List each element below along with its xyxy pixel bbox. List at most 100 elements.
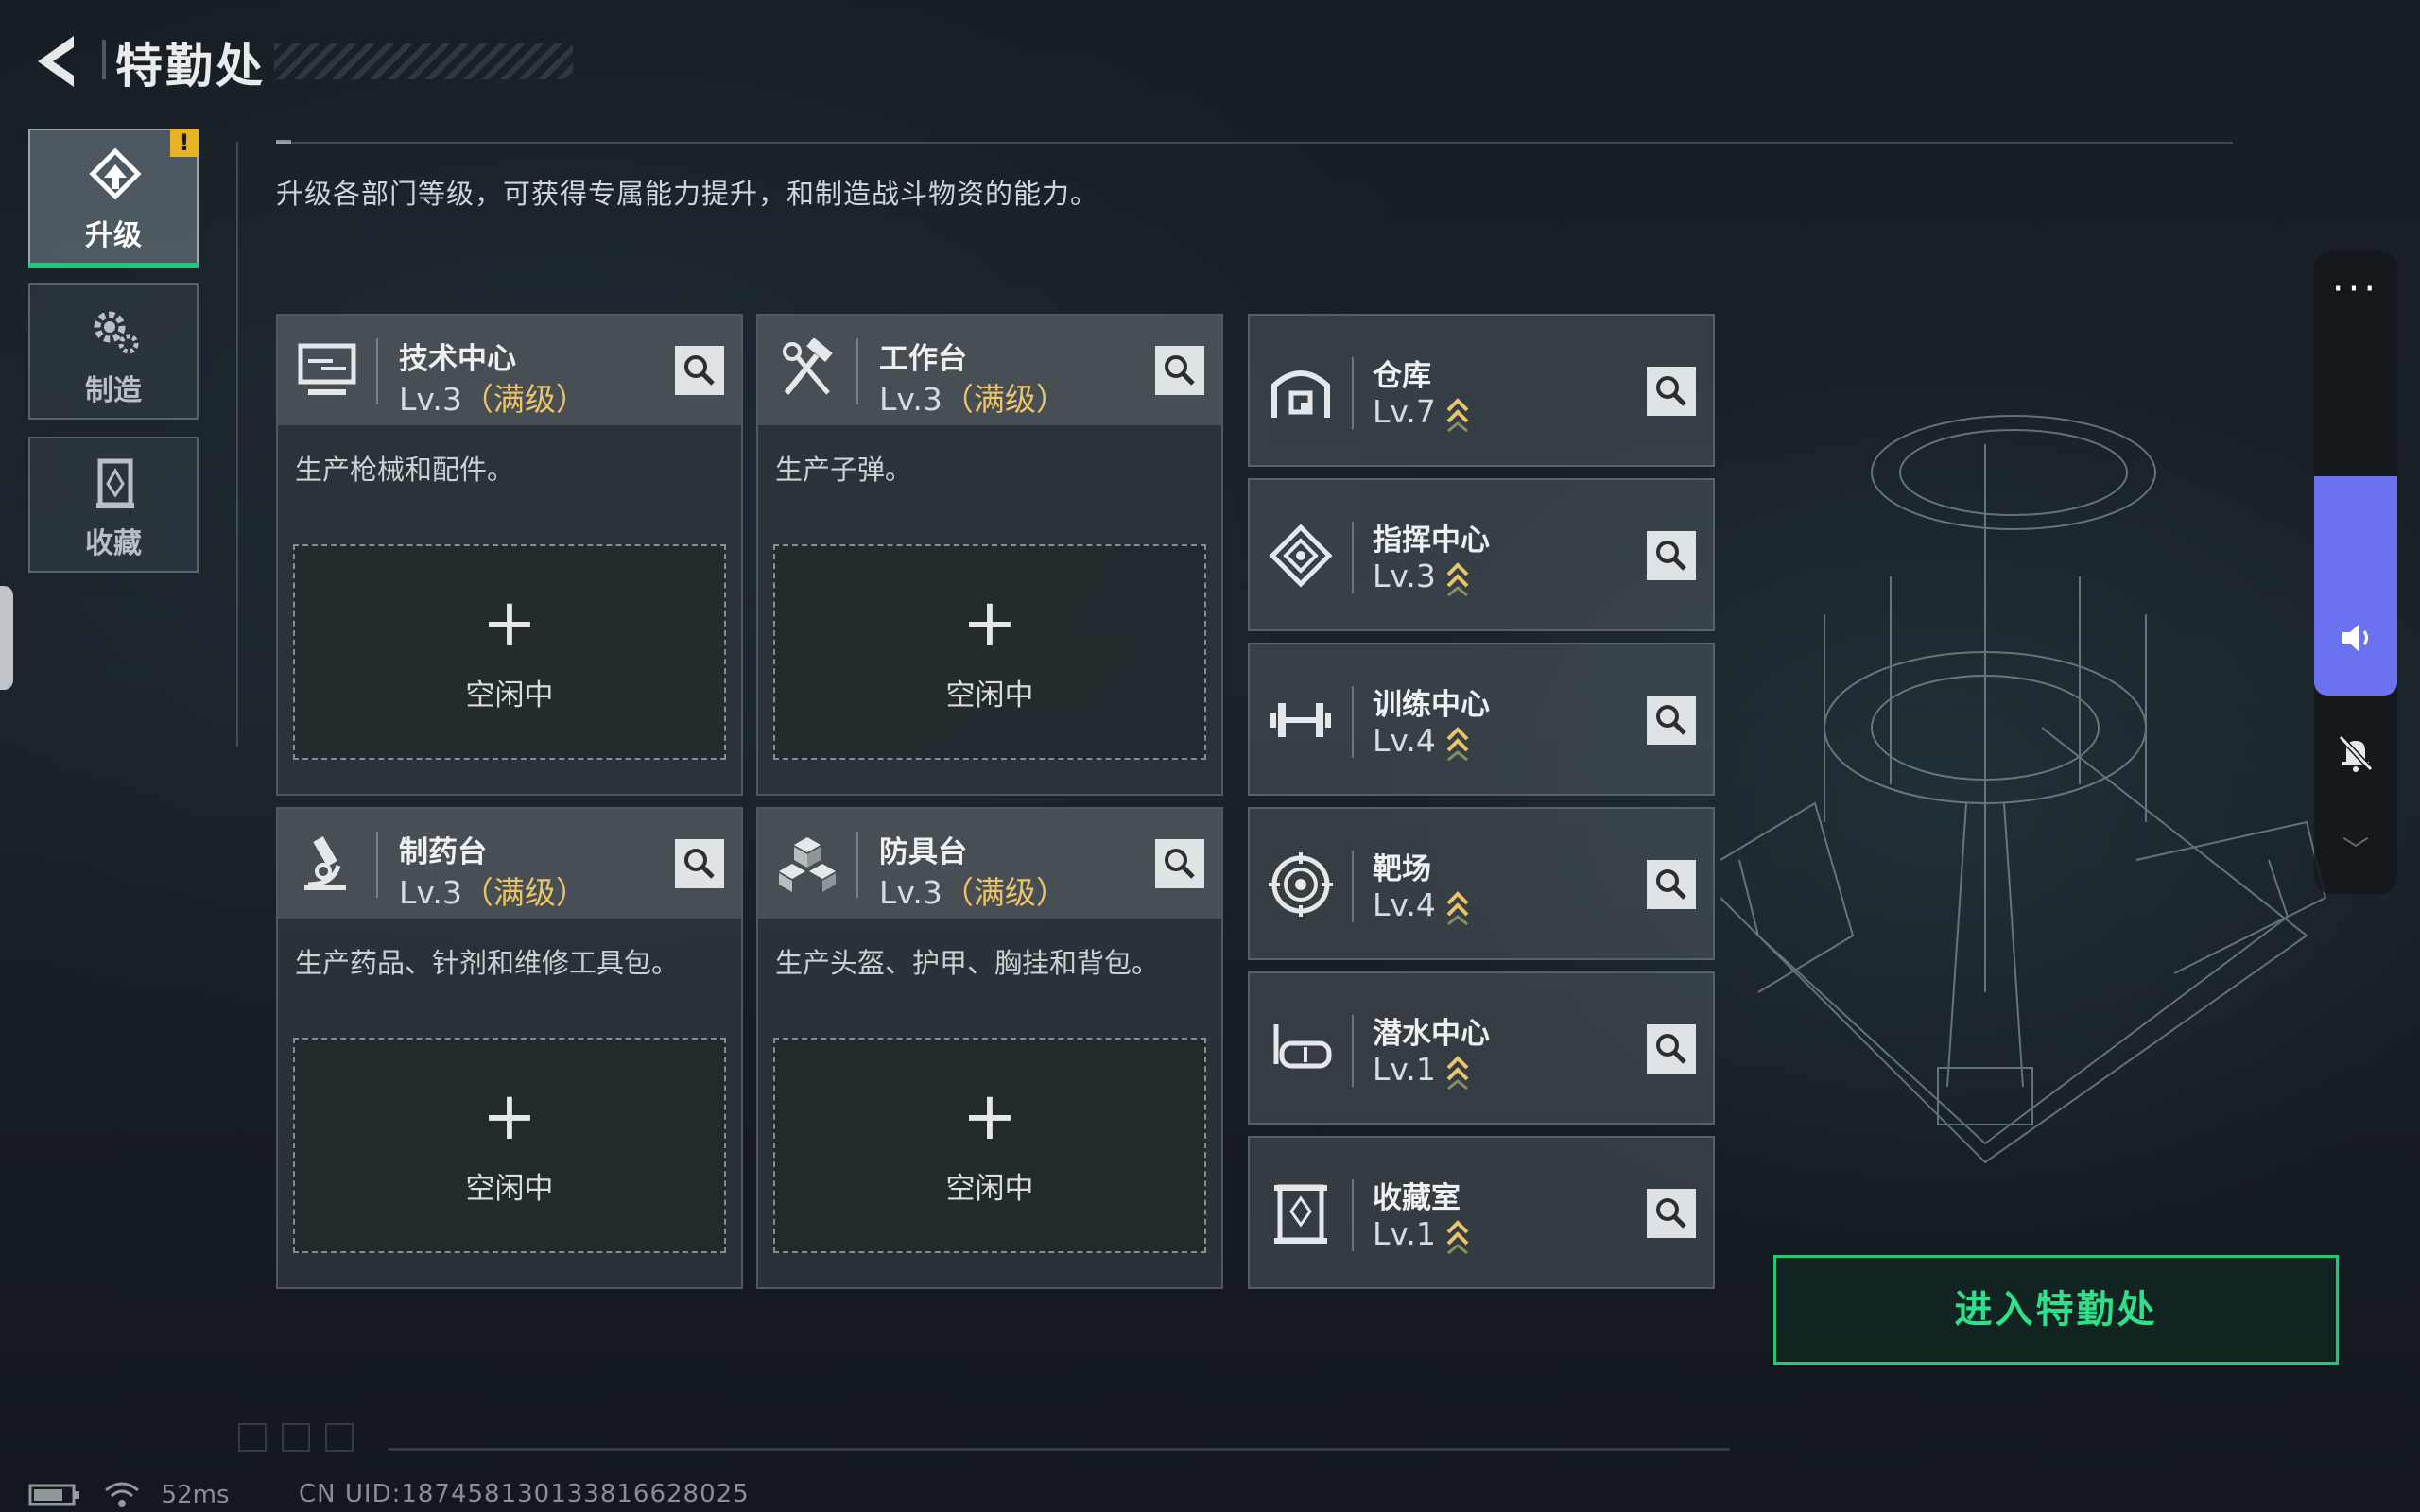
- trophy-icon: [96, 458, 134, 508]
- warehouse-icon: [1271, 370, 1330, 418]
- department-card-pharmacy[interactable]: 制药台 Lv.3（满级） 生产药品、针剂和维修工具包。 + 空闲中: [276, 807, 743, 1289]
- deco-square: [325, 1423, 354, 1452]
- volume-slider[interactable]: [2314, 476, 2397, 696]
- production-slot[interactable]: + 空闲中: [293, 1038, 726, 1253]
- nav-label-upgrade: 升级: [85, 219, 142, 252]
- slot-status: 空闲中: [945, 679, 1034, 713]
- inspect-button[interactable]: [1647, 531, 1696, 580]
- department-name: 防具台: [879, 835, 967, 869]
- divider-horizontal: [276, 142, 2233, 144]
- max-level-label: （满级）: [461, 874, 587, 911]
- max-level-label: （满级）: [942, 874, 1067, 911]
- search-icon: [1656, 1198, 1686, 1228]
- department-card-command-center[interactable]: 指挥中心 Lv.3: [1248, 478, 1715, 631]
- search-icon: [1656, 705, 1686, 735]
- hammer-wrench-icon: [783, 338, 833, 395]
- add-icon: +: [961, 1077, 1018, 1155]
- more-options-icon[interactable]: ···: [2314, 270, 2397, 308]
- volume-icon[interactable]: [2339, 620, 2375, 656]
- department-card-warehouse[interactable]: 仓库 Lv.7: [1248, 314, 1715, 467]
- max-level-label: （满级）: [942, 381, 1067, 418]
- department-name: 制药台: [399, 835, 487, 869]
- add-icon: +: [961, 584, 1018, 662]
- department-level: Lv.1: [1373, 1051, 1470, 1091]
- card-separator: [1352, 686, 1354, 758]
- card-separator: [856, 832, 858, 898]
- back-arrow-icon[interactable]: [26, 30, 83, 93]
- upgrade-available-icon: [1446, 397, 1469, 432]
- upgrade-available-icon: [1446, 726, 1469, 761]
- nav-tab-collection[interactable]: 收藏: [28, 437, 199, 573]
- title-separator: [102, 40, 106, 79]
- bottom-divider: [388, 1448, 1730, 1451]
- floating-control-panel: ··· ﹀: [2314, 251, 2397, 894]
- department-description: 生产枪械和配件。: [295, 454, 515, 486]
- search-icon: [1656, 376, 1686, 406]
- production-slot[interactable]: + 空闲中: [773, 544, 1206, 760]
- command-icon: [1269, 524, 1333, 588]
- search-icon: [684, 849, 715, 879]
- slot-status: 空闲中: [465, 1172, 554, 1206]
- department-name: 潜水中心: [1373, 1017, 1490, 1051]
- left-edge-tab[interactable]: [0, 586, 13, 690]
- upgrade-icon: [89, 147, 142, 200]
- gears-icon: [94, 311, 139, 354]
- alert-badge: !: [170, 129, 199, 157]
- department-description: 生产子弹。: [775, 454, 913, 486]
- collapse-chevron-icon[interactable]: ﹀: [2314, 830, 2397, 868]
- add-icon: +: [481, 584, 538, 662]
- department-level: Lv.3（满级）: [879, 381, 1067, 418]
- inspect-button[interactable]: [1155, 346, 1204, 395]
- department-card-trophy-room[interactable]: 收藏室 Lv.1: [1248, 1136, 1715, 1289]
- department-level: Lv.3（满级）: [399, 874, 587, 911]
- department-card-shooting-range[interactable]: 靶场 Lv.4: [1248, 807, 1715, 960]
- target-icon: [1269, 852, 1333, 917]
- mute-bell-icon[interactable]: [2337, 733, 2375, 773]
- diving-mask-icon: [1273, 1024, 1332, 1069]
- department-name: 靶场: [1373, 852, 1431, 886]
- department-card-training-center[interactable]: 训练中心 Lv.4: [1248, 643, 1715, 796]
- add-icon: +: [481, 1077, 538, 1155]
- department-card-diving-center[interactable]: 潜水中心 Lv.1: [1248, 971, 1715, 1125]
- enter-special-ops-button[interactable]: 进入特勤处: [1773, 1255, 2339, 1365]
- card-separator: [1352, 357, 1354, 429]
- department-card-tech-center[interactable]: 技术中心 Lv.3（满级） 生产枪械和配件。 + 空闲中: [276, 314, 743, 796]
- card-separator: [1352, 1179, 1354, 1251]
- department-description: 生产头盔、护甲、胸挂和背包。: [775, 947, 1160, 979]
- nav-tab-upgrade[interactable]: ! 升级: [28, 129, 199, 268]
- inspect-button[interactable]: [1647, 696, 1696, 745]
- inspect-button[interactable]: [1647, 860, 1696, 909]
- search-icon: [1656, 541, 1686, 571]
- department-name: 指挥中心: [1373, 524, 1490, 558]
- status-bar: 52ms: [28, 1480, 230, 1509]
- upgrade-available-icon: [1446, 1055, 1469, 1090]
- inspect-button[interactable]: [1647, 367, 1696, 416]
- inspect-button[interactable]: [1647, 1189, 1696, 1238]
- card-header: 防具台 Lv.3（满级）: [758, 809, 1221, 919]
- slot-status: 空闲中: [465, 679, 554, 713]
- department-level: Lv.4: [1373, 722, 1470, 762]
- department-level: Lv.3（满级）: [399, 381, 587, 418]
- title-decoration: [274, 43, 573, 79]
- card-separator: [1352, 850, 1354, 922]
- department-card-workbench[interactable]: 工作台 Lv.3（满级） 生产子弹。 + 空闲中: [756, 314, 1223, 796]
- inspect-button[interactable]: [1155, 839, 1204, 888]
- nav-tab-craft[interactable]: 制造: [28, 284, 199, 420]
- department-card-armor[interactable]: 防具台 Lv.3（满级） 生产头盔、护甲、胸挂和背包。 + 空闲中: [756, 807, 1223, 1289]
- inspect-button[interactable]: [675, 839, 724, 888]
- search-icon: [1656, 869, 1686, 900]
- max-level-label: （满级）: [461, 381, 587, 418]
- nav-label-collection: 收藏: [85, 527, 142, 560]
- department-level: Lv.4: [1373, 886, 1470, 926]
- microscope-icon: [304, 836, 346, 890]
- deco-square: [238, 1423, 267, 1452]
- inspect-button[interactable]: [1647, 1024, 1696, 1074]
- search-icon: [684, 355, 715, 386]
- divider-vertical: [236, 142, 238, 747]
- inspect-button[interactable]: [675, 346, 724, 395]
- production-slot[interactable]: + 空闲中: [773, 1038, 1206, 1253]
- department-level: Lv.3: [1373, 558, 1470, 597]
- card-separator: [1352, 1015, 1354, 1087]
- dumbbell-icon: [1270, 703, 1331, 737]
- production-slot[interactable]: + 空闲中: [293, 544, 726, 760]
